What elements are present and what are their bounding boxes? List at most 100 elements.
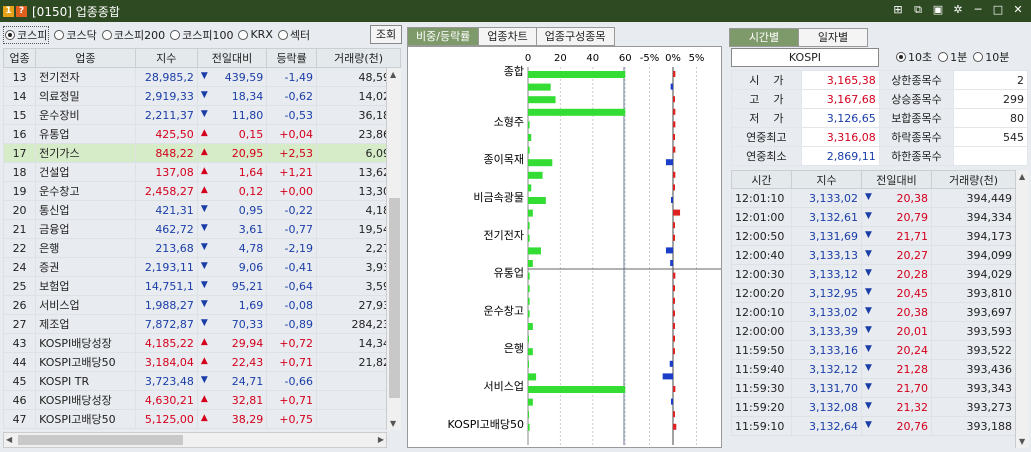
table-row[interactable]: 12:00:20 3,132,95 ▼ 20,45 393,810 [731, 283, 1016, 303]
horizontal-scrollbar[interactable]: ◀ ▶ [3, 432, 387, 448]
scroll-right-icon[interactable]: ▶ [378, 435, 384, 444]
sector-change-value: 18,34 [231, 89, 264, 103]
table-row[interactable]: 11:59:20 3,132,08 ▼ 21,32 393,273 [731, 397, 1016, 417]
right-scrollbar[interactable]: ▲ ▼ [1015, 170, 1029, 448]
scroll-thumb[interactable] [389, 198, 400, 398]
table-row[interactable]: 44 KOSPI고배당50 3,184,04 ▲ 22,43 +0,71 21,820 [2, 352, 401, 372]
table-row[interactable]: 12:01:00 3,132,61 ▼ 20,79 394,334 [731, 207, 1016, 227]
market-option[interactable]: 코스피 [3, 25, 50, 44]
table-row[interactable]: 12:00:10 3,133,02 ▼ 20,38 393,697 [731, 302, 1016, 322]
sector-rate: -0,66 [266, 371, 317, 391]
tab-chart-0[interactable]: 비중/등락률 [407, 27, 480, 46]
copy-icon[interactable]: ⧉ [911, 3, 925, 17]
table-row[interactable]: 14 의료정밀 2,919,33 ▼ 18,34 -0,62 14,028 [2, 86, 401, 106]
column-header[interactable]: 거래량(천) [931, 170, 1016, 189]
table-row[interactable]: 12:00:00 3,133,39 ▼ 20,01 393,593 [731, 321, 1016, 341]
scroll-up-icon[interactable]: ▲ [390, 70, 396, 79]
radio-icon[interactable] [170, 29, 181, 40]
column-header[interactable]: 업종 [2, 48, 37, 68]
column-header[interactable]: 업종 [35, 48, 136, 68]
radio-icon[interactable] [277, 29, 288, 40]
column-header[interactable]: 시간 [731, 170, 792, 189]
window-number-badge[interactable]: 1 [3, 5, 14, 17]
tab-period-0[interactable]: 시간별 [729, 28, 799, 47]
column-header[interactable]: 등락률 [266, 48, 317, 68]
table-row[interactable]: 13 전기전자 28,985,2 ▼ 439,59 -1,49 48,593 [2, 67, 401, 87]
table-row[interactable]: 11:59:10 3,132,64 ▼ 20,76 393,188 [731, 416, 1016, 436]
radio-icon[interactable] [896, 52, 906, 62]
close-icon[interactable]: ✕ [1011, 3, 1025, 17]
radio-icon[interactable] [238, 29, 249, 40]
time-cell: 12:00:30 [731, 264, 792, 284]
radio-icon[interactable] [973, 52, 984, 62]
interval-option[interactable]: 1분 [938, 49, 967, 65]
help-badge[interactable]: ? [16, 5, 27, 17]
query-button[interactable]: 조회 [370, 25, 402, 44]
stat-label: 하락종목수 [878, 127, 955, 147]
radio-icon[interactable] [101, 29, 112, 40]
tab-chart-1[interactable]: 업종차트 [478, 27, 537, 46]
screenshot-icon[interactable]: ▣ [931, 3, 945, 17]
table-row[interactable]: 17 전기가스 848,22 ▲ 20,95 +2,53 6,098 [2, 143, 401, 163]
sector-change: ▼ 439,59 [196, 67, 268, 87]
tab-period-1[interactable]: 일자별 [798, 28, 868, 47]
table-row[interactable]: 24 증권 2,193,11 ▼ 9,06 -0,41 3,932 [2, 257, 401, 277]
table-row[interactable]: 19 운수창고 2,458,27 ▲ 0,12 +0,00 13,302 [2, 181, 401, 201]
market-option[interactable]: 코스닥 [54, 27, 97, 43]
minimize-icon[interactable]: ─ [971, 3, 985, 17]
sector-name: 은행 [35, 238, 136, 258]
interval-option[interactable]: 10초 [896, 49, 932, 65]
radio-icon[interactable] [938, 52, 949, 62]
table-row[interactable]: 22 은행 213,68 ▼ 4,78 -2,19 2,270 [2, 238, 401, 258]
table-row[interactable]: 11:59:30 3,131,70 ▼ 21,70 393,343 [731, 378, 1016, 398]
vertical-scrollbar[interactable]: ▲ ▼ [386, 68, 401, 430]
column-header[interactable]: 전일대비 [861, 170, 932, 189]
column-header[interactable]: 거래량(천) [316, 48, 401, 68]
table-row[interactable]: 15 운수장비 2,211,37 ▼ 11,80 -0,53 36,186 [2, 105, 401, 125]
table-row[interactable]: 11:59:40 3,132,12 ▼ 21,28 393,436 [731, 359, 1016, 379]
maximize-icon[interactable]: □ [991, 3, 1005, 17]
market-option[interactable]: KRX [238, 28, 273, 41]
scroll-up-icon[interactable]: ▲ [1019, 172, 1025, 181]
table-row[interactable]: 26 서비스업 1,988,27 ▼ 1,69 -0,08 27,938 [2, 295, 401, 315]
table-row[interactable]: 25 보험업 14,751,1 ▼ 95,21 -0,64 3,598 [2, 276, 401, 296]
table-row[interactable]: 12:01:10 3,133,02 ▼ 20,38 394,449 [731, 188, 1016, 208]
market-option[interactable]: 코스피200 [101, 27, 165, 43]
table-row[interactable]: 20 통신업 421,31 ▼ 0,95 -0,22 4,188 [2, 200, 401, 220]
table-row[interactable]: 21 금융업 462,72 ▼ 3,61 -0,77 19,548 [2, 219, 401, 239]
table-row[interactable]: 27 제조업 7,872,87 ▼ 70,33 -0,89 284,238 [2, 314, 401, 334]
column-header[interactable]: 전일대비 [196, 48, 268, 68]
table-row[interactable]: 11:59:50 3,133,16 ▼ 20,24 393,522 [731, 340, 1016, 360]
pin-icon[interactable]: ⊞ [891, 3, 905, 17]
up-arrow-icon: ▲ [200, 336, 208, 347]
table-row[interactable]: 16 유통업 425,50 ▲ 0,15 +0,04 23,864 [2, 124, 401, 144]
market-option[interactable]: 코스피100 [170, 27, 233, 43]
column-header[interactable]: 지수 [791, 170, 862, 189]
table-row[interactable]: 47KOSPI고배당505,125,00▲38,29+0,750 [2, 409, 401, 429]
radio-icon[interactable] [54, 29, 65, 40]
table-row[interactable]: 12:00:30 3,133,12 ▼ 20,28 394,029 [731, 264, 1016, 284]
scroll-left-icon[interactable]: ◀ [6, 435, 12, 444]
down-arrow-icon: ▼ [865, 381, 872, 392]
radio-icon[interactable] [5, 29, 15, 40]
rate-bar [670, 260, 673, 266]
scroll-thumb[interactable] [18, 435, 183, 445]
interval-option[interactable]: 10분 [973, 49, 1009, 65]
market-option[interactable]: 섹터 [277, 27, 310, 43]
table-row[interactable]: 46KOSPI배당성장4,630,21▲32,81+0,710 [2, 390, 401, 410]
sector-index: 425,50 [134, 124, 198, 144]
tab-chart-2[interactable]: 업종구성종목 [535, 27, 615, 46]
table-row[interactable]: 12:00:40 3,133,13 ▼ 20,27 394,099 [731, 245, 1016, 265]
scroll-down-icon[interactable]: ▼ [390, 419, 396, 428]
table-row[interactable]: 12:00:50 3,131,69 ▼ 21,71 394,173 [731, 226, 1016, 246]
weight-bar [528, 348, 533, 356]
category-label: 종합 [504, 65, 524, 78]
table-row[interactable]: 18 건설업 137,08 ▲ 1,64 +1,21 13,626 [2, 162, 401, 182]
table-row[interactable]: 43 KOSPI배당성장 4,185,22 ▲ 29,94 +0,72 14,342 [2, 333, 401, 353]
scroll-down-icon[interactable]: ▼ [1019, 437, 1025, 446]
table-row[interactable]: 45KOSPI TR3,723,48▼24,71-0,660 [2, 371, 401, 391]
settings-icon[interactable]: ✲ [951, 3, 965, 17]
column-header[interactable]: 지수 [134, 48, 198, 68]
category-label: 전기전자 [484, 229, 524, 242]
index-name-field[interactable]: KOSPI [731, 48, 879, 67]
